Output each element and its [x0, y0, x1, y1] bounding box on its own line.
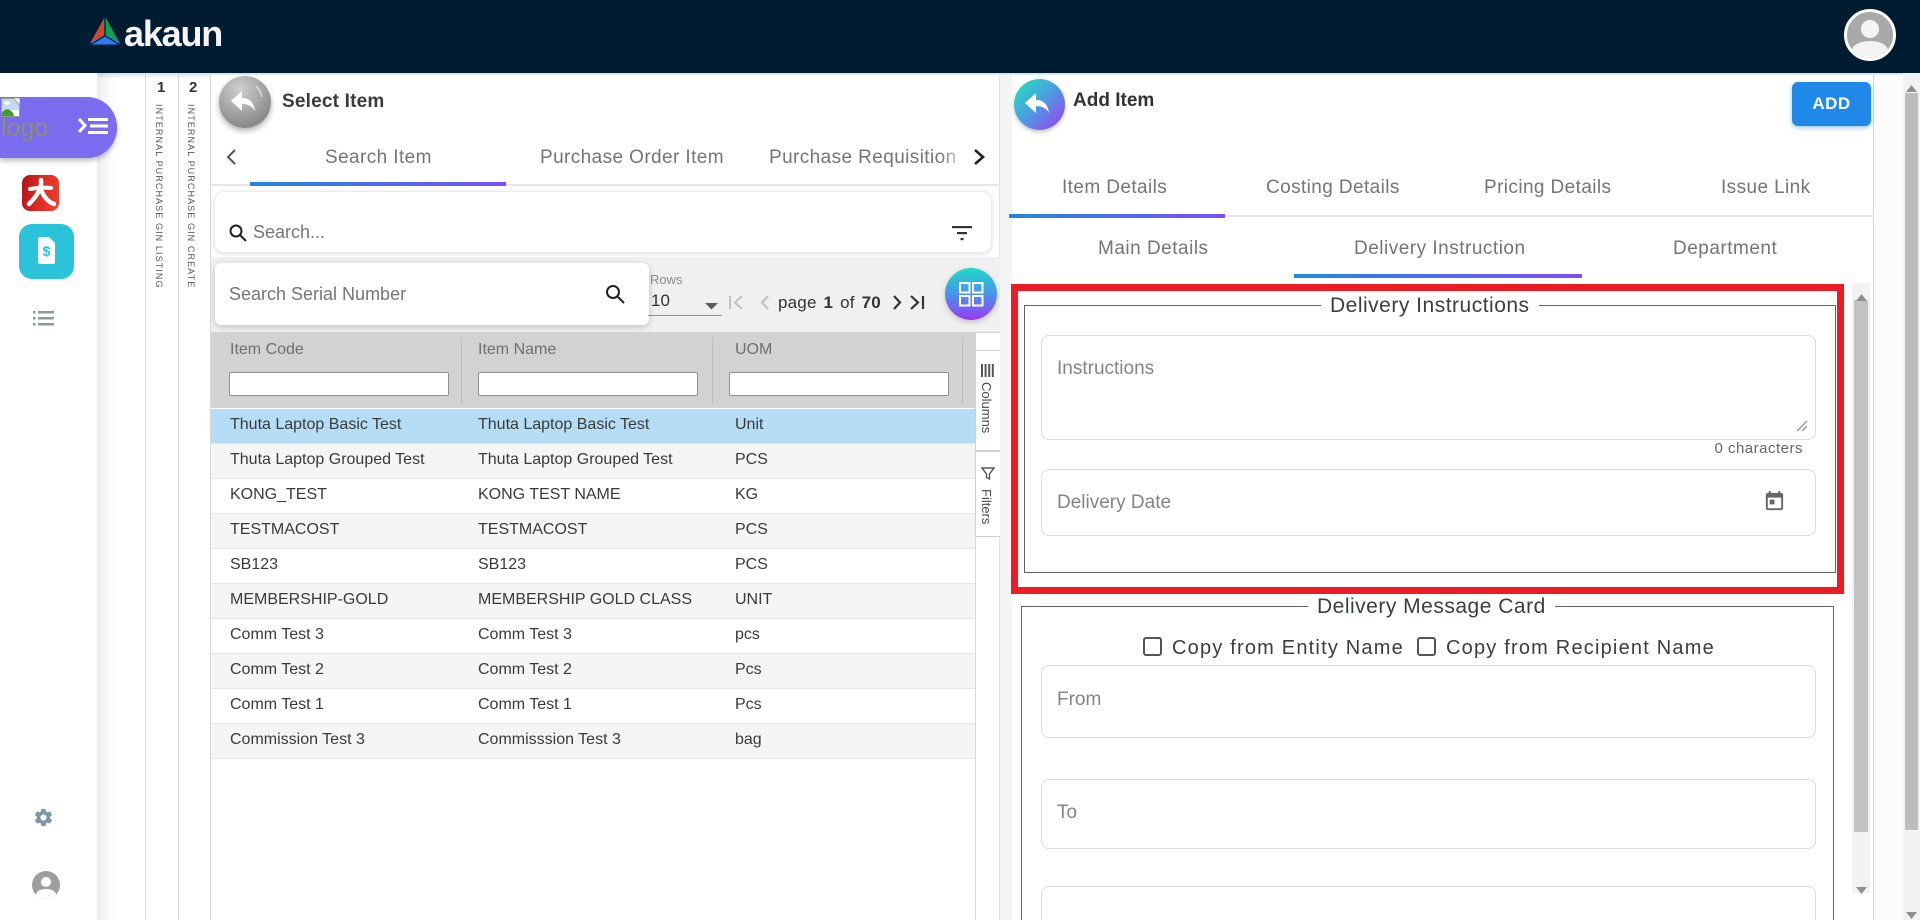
svg-text:$: $: [43, 243, 51, 259]
